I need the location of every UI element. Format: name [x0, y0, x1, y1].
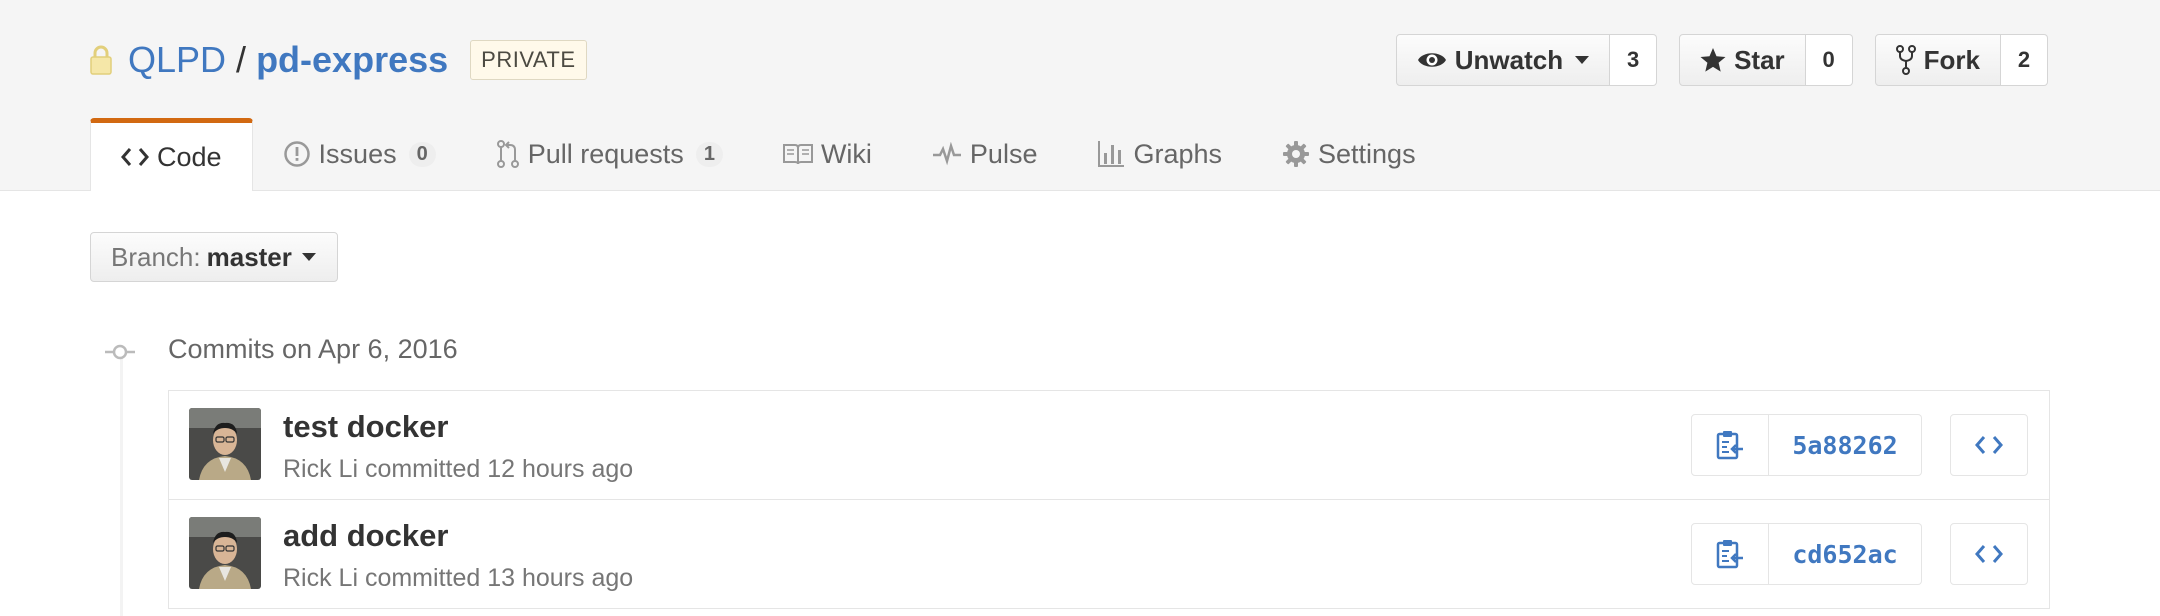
commit-meta: Rick Li committed 13 hours ago [283, 564, 634, 592]
chevron-down-icon [301, 253, 316, 261]
tab-code[interactable]: Code [90, 118, 253, 191]
tab-code-label: Code [157, 141, 222, 172]
fork-label: Fork [1923, 44, 1980, 75]
unwatch-label: Unwatch [1454, 44, 1564, 75]
branch-select-button[interactable]: Branch: master [90, 232, 338, 282]
commit-sha-link[interactable]: cd652ac [1769, 523, 1922, 585]
tab-wiki[interactable]: Wiki [753, 118, 902, 190]
gear-icon [1283, 141, 1310, 167]
browse-repo-button[interactable] [1950, 523, 2028, 585]
forks-count[interactable]: 2 [2001, 34, 2048, 86]
repo-header: QLPD / pd-express PRIVATE Unwatch 3 Star… [0, 0, 2160, 191]
copy-sha-button[interactable] [1691, 523, 1769, 585]
eye-icon [1417, 53, 1446, 67]
code-icon [1975, 545, 2003, 563]
pulse-icon [932, 142, 961, 166]
chevron-down-icon [1575, 56, 1590, 64]
code-icon [1975, 436, 2003, 454]
path-separator: / [236, 39, 247, 80]
fork-group: Fork 2 [1874, 34, 2048, 86]
tab-pulse[interactable]: Pulse [902, 118, 1068, 190]
fork-icon [1895, 45, 1916, 75]
commit-sha-group: cd652ac [1691, 523, 1922, 585]
commit-timeline [120, 352, 123, 616]
commit-sha-link[interactable]: 5a88262 [1769, 414, 1922, 476]
commit-list: test docker Rick Li committed 12 hours a… [168, 390, 2050, 609]
code-icon [121, 148, 149, 166]
tab-settings[interactable]: Settings [1252, 118, 1446, 190]
issues-counter: 0 [408, 141, 436, 167]
clippy-icon [1716, 431, 1743, 460]
clippy-icon [1716, 540, 1743, 569]
book-icon [782, 144, 813, 165]
tab-issues-label: Issues [318, 138, 397, 169]
fork-button[interactable]: Fork [1874, 34, 2001, 86]
star-icon [1700, 48, 1726, 72]
commit-message[interactable]: add docker [283, 518, 448, 554]
graph-icon [1098, 141, 1125, 167]
repo-nav-tabs: Code Issues 0 Pull requests 1 Wiki Pulse… [90, 118, 1446, 191]
pull-request-icon [496, 140, 519, 168]
commit-row: test docker Rick Li committed 12 hours a… [169, 391, 2049, 500]
tab-graphs-label: Graphs [1133, 138, 1223, 169]
commit-group-title: Commits on Apr 6, 2016 [168, 334, 458, 364]
star-group: Star 0 [1679, 34, 1853, 86]
copy-sha-button[interactable] [1691, 414, 1769, 476]
stargazers-count[interactable]: 0 [1805, 34, 1853, 86]
issue-icon [283, 141, 310, 167]
commit-message[interactable]: test docker [283, 409, 448, 445]
commit-meta: Rick Li committed 12 hours ago [283, 455, 634, 483]
star-button[interactable]: Star [1679, 34, 1806, 86]
watchers-count[interactable]: 3 [1610, 34, 1658, 86]
browse-repo-button[interactable] [1950, 414, 2028, 476]
git-commit-icon [105, 344, 135, 360]
lock-icon [90, 45, 112, 75]
tab-settings-label: Settings [1318, 138, 1416, 169]
commit-row: add docker Rick Li committed 13 hours ag… [169, 500, 2049, 609]
tab-pulse-label: Pulse [969, 138, 1038, 169]
branch-label: Branch: [111, 241, 201, 272]
repo-title: QLPD / pd-express PRIVATE [90, 38, 587, 82]
tab-issues[interactable]: Issues 0 [253, 118, 466, 190]
unwatch-button[interactable]: Unwatch [1395, 34, 1611, 86]
watch-group: Unwatch 3 [1395, 34, 1658, 86]
private-badge: PRIVATE [470, 40, 587, 80]
tab-pull-requests-label: Pull requests [527, 138, 684, 169]
pull-requests-counter: 1 [695, 141, 723, 167]
tab-graphs[interactable]: Graphs [1067, 118, 1252, 190]
repo-name-link[interactable]: pd-express [256, 39, 448, 81]
repo-owner-link[interactable]: QLPD [128, 39, 226, 81]
tab-wiki-label: Wiki [820, 138, 872, 169]
repo-actions: Unwatch 3 Star 0 Fork 2 [1395, 34, 2048, 86]
star-label: Star [1734, 44, 1785, 75]
avatar[interactable] [189, 517, 261, 589]
branch-value: master [206, 241, 292, 272]
commit-sha-group: 5a88262 [1691, 414, 1922, 476]
tab-pull-requests[interactable]: Pull requests 1 [466, 118, 753, 190]
avatar[interactable] [189, 408, 261, 480]
